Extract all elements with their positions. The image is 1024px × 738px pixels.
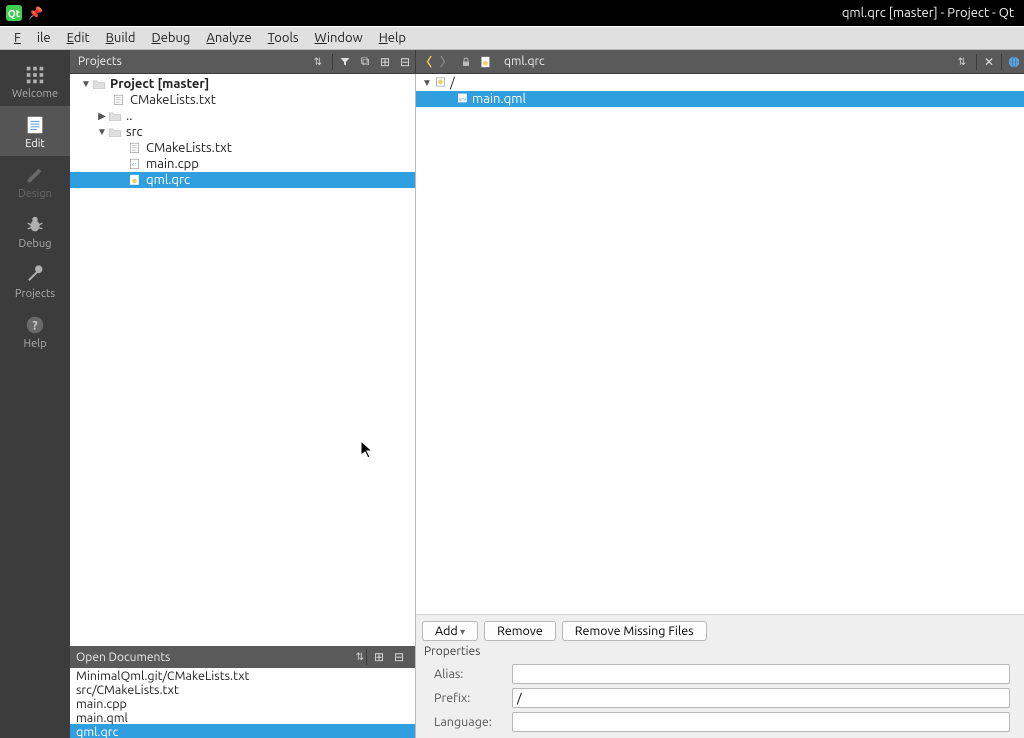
- nav-forward-icon: 〉: [436, 50, 456, 74]
- tree-folder-src[interactable]: ▼ src: [70, 124, 415, 140]
- open-file-combo[interactable]: qml.qrc ⇅: [496, 50, 974, 74]
- menu-build[interactable]: Build: [98, 29, 144, 47]
- tree-file-main-cpp[interactable]: c⁺ main.cpp: [70, 156, 415, 172]
- add-split-icon[interactable]: ⊞: [375, 50, 395, 74]
- remove-button[interactable]: Remove: [484, 621, 556, 641]
- link-icon[interactable]: ⧉: [355, 50, 375, 74]
- close-document-icon[interactable]: ✕: [979, 50, 999, 74]
- pencil-icon: [24, 164, 46, 186]
- menu-debug[interactable]: Debug: [144, 29, 199, 47]
- svg-text:c⁺: c⁺: [132, 163, 137, 168]
- filter-icon[interactable]: [335, 50, 355, 74]
- tree-file-qml-qrc[interactable]: qml.qrc: [70, 172, 415, 188]
- window-titlebar: Qt 📌 qml.qrc [master] - Project - Qt: [0, 0, 1024, 26]
- expand-icon[interactable]: ▼: [422, 77, 434, 89]
- file-icon: [128, 142, 142, 154]
- navigator-toolbar: Projects ⇅ ⧉ ⊞ ⊟ 〈 〉 qml.qrc ⇅: [70, 50, 1024, 74]
- lock-icon[interactable]: [456, 50, 476, 74]
- close-split-icon[interactable]: ⊟: [389, 645, 409, 669]
- folder-icon: [92, 78, 106, 90]
- pin-icon[interactable]: 📌: [28, 6, 43, 20]
- resource-root[interactable]: ▼ /: [416, 75, 1024, 91]
- tree-folder-dotdot[interactable]: ▶ ..: [70, 108, 415, 124]
- menu-edit[interactable]: Edit: [59, 29, 98, 47]
- sort-icon: ⇅: [952, 56, 966, 68]
- menu-tools[interactable]: Tools: [260, 29, 307, 47]
- qrc-file-icon: [128, 174, 142, 186]
- resource-tree[interactable]: ▼ / qml main.qml: [416, 74, 1024, 614]
- tree-root-project[interactable]: ▼ Project [master]: [70, 76, 415, 92]
- project-tree[interactable]: ▼ Project [master] CMakeLists.txt ▶ ..: [70, 74, 415, 646]
- mode-projects[interactable]: Projects: [0, 256, 70, 306]
- expand-icon[interactable]: ▼: [96, 124, 108, 140]
- qt-logo-icon: Qt: [6, 5, 22, 21]
- alias-label: Alias:: [434, 667, 504, 681]
- open-documents-title: Open Documents: [76, 651, 170, 664]
- prefix-label: Prefix:: [434, 691, 504, 705]
- language-input[interactable]: [512, 712, 1010, 732]
- open-documents-header: Open Documents ⇅ ⊞ ⊟: [70, 646, 415, 668]
- alias-input[interactable]: [512, 664, 1010, 684]
- folder-icon: [108, 110, 122, 122]
- add-split-icon[interactable]: ⊞: [369, 645, 389, 669]
- qml-file-icon: qml: [456, 92, 472, 107]
- grid-icon: [24, 64, 46, 86]
- wrench-icon: [24, 264, 46, 286]
- bug-icon: [24, 214, 46, 236]
- resource-file-icon: [476, 50, 496, 74]
- nav-back-icon[interactable]: 〈: [416, 50, 436, 74]
- mode-help[interactable]: ? Help: [0, 306, 70, 356]
- add-button[interactable]: Add: [422, 621, 478, 641]
- svg-text:?: ?: [32, 320, 37, 333]
- open-documents-list[interactable]: MinimalQml.git/CMakeLists.txt src/CMakeL…: [70, 668, 415, 738]
- mode-edit[interactable]: Edit: [0, 106, 70, 156]
- window-title: qml.qrc [master] - Project - Qt: [43, 6, 1018, 20]
- tree-file-cmakelists[interactable]: CMakeLists.txt: [70, 92, 415, 108]
- svg-text:qml: qml: [459, 96, 466, 101]
- cpp-file-icon: c⁺: [128, 158, 142, 170]
- prefix-icon: [434, 76, 450, 91]
- prefix-input[interactable]: [512, 688, 1010, 708]
- menu-bar: File Edit Build Debug Analyze Tools Wind…: [0, 26, 1024, 50]
- file-icon: [112, 94, 126, 106]
- menu-analyze[interactable]: Analyze: [198, 29, 259, 47]
- globe-icon[interactable]: [1004, 50, 1024, 74]
- language-label: Language:: [434, 715, 504, 729]
- mode-welcome[interactable]: Welcome: [0, 56, 70, 106]
- properties-heading: Properties: [424, 645, 1016, 658]
- close-split-icon[interactable]: ⊟: [395, 50, 415, 74]
- open-doc-item[interactable]: main.qml: [70, 710, 415, 724]
- sort-icon: ⇅: [308, 56, 322, 68]
- open-doc-item[interactable]: qml.qrc: [70, 724, 415, 738]
- open-doc-item[interactable]: main.cpp: [70, 696, 415, 710]
- mode-design: Design: [0, 156, 70, 206]
- menu-window[interactable]: Window: [307, 29, 371, 47]
- menu-help[interactable]: Help: [371, 29, 414, 47]
- menu-file[interactable]: File: [6, 29, 59, 47]
- open-doc-item[interactable]: src/CMakeLists.txt: [70, 682, 415, 696]
- folder-icon: [108, 126, 122, 138]
- open-doc-item[interactable]: MinimalQml.git/CMakeLists.txt: [70, 668, 415, 682]
- sort-icon[interactable]: ⇅: [350, 651, 364, 663]
- resource-file-main-qml[interactable]: qml main.qml: [416, 91, 1024, 107]
- document-icon: [24, 114, 46, 136]
- mode-debug[interactable]: Debug: [0, 206, 70, 256]
- mode-sidebar: Welcome Edit Design Debug Projects ? Hel…: [0, 50, 70, 738]
- help-icon: ?: [24, 314, 46, 336]
- navigator-view-combo[interactable]: Projects ⇅: [70, 50, 330, 74]
- remove-missing-button[interactable]: Remove Missing Files: [562, 621, 707, 641]
- tree-file-src-cmake[interactable]: CMakeLists.txt: [70, 140, 415, 156]
- expand-icon[interactable]: ▼: [80, 76, 92, 92]
- expand-icon[interactable]: ▶: [96, 108, 108, 124]
- resource-properties-panel: Add Remove Remove Missing Files Properti…: [416, 614, 1024, 738]
